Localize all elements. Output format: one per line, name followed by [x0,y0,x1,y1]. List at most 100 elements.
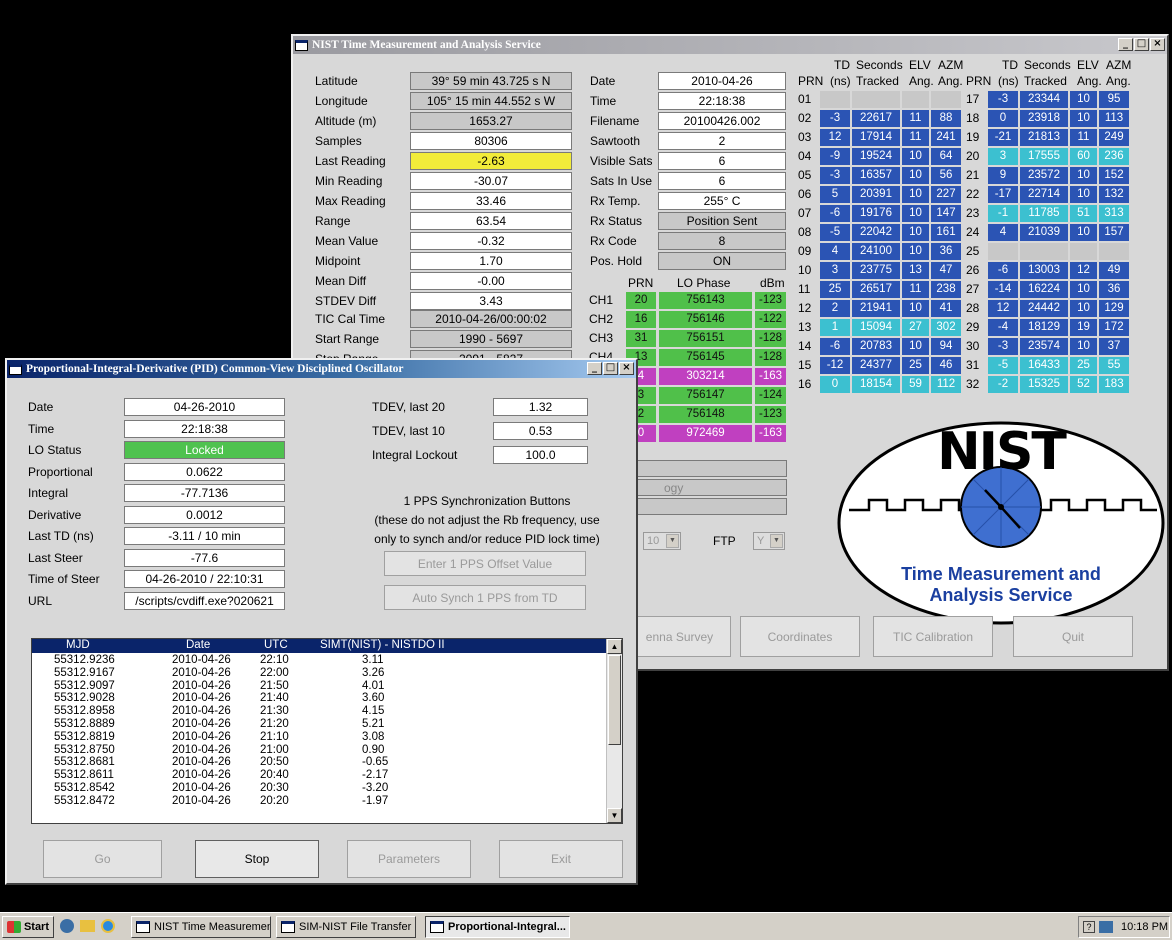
sat-azm: 37 [1099,338,1129,355]
receiver-label: Date [590,74,616,88]
sat-azm-sub: Ang. [1106,74,1131,88]
sat-td: 5 [820,186,850,203]
sat-elv: 10 [1070,167,1097,184]
sat-elv: 10 [902,205,929,222]
field-label: STDEV Diff [315,294,377,308]
window-icon [281,921,295,933]
minimize-button[interactable]: _ [587,362,602,375]
go-button[interactable]: Go [43,840,162,878]
auto-synch-pps-button[interactable]: Auto Synch 1 PPS from TD [384,585,586,610]
field-value: 1.70 [410,252,572,270]
table-row[interactable]: 55312.8889 2010-04-26 21:20 5.21 [32,718,606,731]
chevron-down-icon: ▼ [666,534,679,548]
chevron-down-icon: ▼ [770,534,783,548]
browser-icon[interactable] [101,919,115,933]
go-label: Go [94,852,111,866]
table-row[interactable]: 55312.9236 2010-04-26 22:10 3.11 [32,654,606,667]
cell-utc: 21:50 [260,679,289,692]
table-row[interactable]: 55312.8819 2010-04-26 21:10 3.08 [32,731,606,744]
sat-td: -14 [988,281,1018,298]
table-row[interactable]: 55312.9028 2010-04-26 21:40 3.60 [32,692,606,705]
sat-sec-sub: Tracked [1024,74,1067,88]
tic-label: TIC Cal Time [315,312,386,326]
maximize-button[interactable]: □ [603,362,618,375]
field-value: 105° 15 min 44.552 s W [410,92,572,110]
parameters-button[interactable]: Parameters [347,840,471,878]
interval-dropdown[interactable]: 10 ▼ [643,532,681,550]
tic-label: Start Range [315,332,380,346]
task-pid[interactable]: Proportional-Integral... [425,916,570,938]
sat-prn: 27 [966,282,980,296]
enter-pps-offset-button[interactable]: Enter 1 PPS Offset Value [384,551,586,576]
tdev-value[interactable]: 100.0 [493,446,588,464]
field-label: Mean Diff [315,274,367,288]
sat-elv: 27 [902,319,929,336]
history-list[interactable]: MJD Date UTC SIMT(NIST) - NISTDO II 5531… [31,638,623,824]
receiver-value: 22:18:38 [658,92,786,110]
sat-elv: 11 [1070,129,1097,146]
table-row[interactable]: 55312.8611 2010-04-26 20:40 -2.17 [32,769,606,782]
sat-seconds: 19176 [852,205,900,222]
table-row[interactable]: 55312.8472 2010-04-26 20:20 -1.97 [32,795,606,808]
cell-date: 2010-04-26 [172,679,231,692]
channel-lo-phase: 756146 [659,311,752,328]
sat-seconds: 19524 [852,148,900,165]
cell-mjd: 55312.9236 [54,654,115,666]
receiver-label: Rx Code [590,234,637,248]
tic-value: 2010-04-26/00:00:02 [410,310,572,328]
col-date: Date [186,639,211,651]
sat-td: 12 [988,300,1018,317]
channel-lo-phase: 756143 [659,292,752,309]
table-row[interactable]: 55312.9167 2010-04-26 22:00 3.26 [32,667,606,680]
sat-prn: 10 [798,263,812,277]
desktop-icon[interactable] [60,919,74,933]
coordinates-button[interactable]: Coordinates [740,616,860,657]
sat-azm: 172 [1099,319,1129,336]
folder-icon[interactable] [80,920,95,932]
close-button[interactable]: × [619,362,634,375]
close-button[interactable]: × [1150,38,1165,51]
sat-prn: 04 [798,149,812,163]
table-row[interactable]: 55312.8542 2010-04-26 20:30 -3.20 [32,782,606,795]
stop-button[interactable]: Stop [195,840,319,878]
scroll-thumb[interactable] [608,655,621,745]
network-icon[interactable] [1099,921,1113,933]
table-row[interactable]: 55312.8750 2010-04-26 21:00 0.90 [32,744,606,757]
tdev-value[interactable]: 1.32 [493,398,588,416]
sat-td: -9 [820,148,850,165]
task-file-transfer[interactable]: SIM-NIST File Transfer [276,916,416,938]
receiver-value: 2 [658,132,786,150]
window-icon [136,921,150,933]
start-button[interactable]: Start [2,916,54,938]
scroll-up-icon[interactable]: ▲ [607,639,622,654]
status-field-1 [625,460,787,477]
task-nist-label: NIST Time Measurement ... [154,921,271,933]
pid-field-value: -77.6 [124,548,285,567]
scroll-down-icon[interactable]: ▼ [607,808,622,823]
sat-td: -6 [820,205,850,222]
tic-calibration-button[interactable]: TIC Calibration [873,616,993,657]
sat-azm: 36 [1099,281,1129,298]
pid-titlebar[interactable]: Proportional-Integral-Derivative (PID) C… [7,360,636,378]
pid-field-label: URL [28,593,53,608]
sat-elv: 10 [1070,300,1097,317]
minimize-button[interactable]: _ [1118,38,1133,51]
clock: 10:18 PM [1121,921,1169,933]
coordinates-label: Coordinates [767,629,833,644]
table-row[interactable]: 55312.8958 2010-04-26 21:30 4.15 [32,705,606,718]
tdev-value[interactable]: 0.53 [493,422,588,440]
help-icon[interactable]: ? [1083,921,1095,933]
cell-simt: 4.15 [362,705,385,718]
nist-logo-word: NIST [937,422,1067,482]
sat-elv: 10 [1070,110,1097,127]
table-row[interactable]: 55312.8681 2010-04-26 20:50 -0.65 [32,756,606,769]
nist-titlebar[interactable]: NIST Time Measurement and Analysis Servi… [293,36,1167,54]
receiver-value: 2010-04-26 [658,72,786,90]
task-nist[interactable]: NIST Time Measurement ... [131,916,271,938]
ftp-dropdown[interactable]: Y ▼ [753,532,785,550]
history-scrollbar[interactable]: ▲ ▼ [606,639,622,823]
quit-button[interactable]: Quit [1013,616,1133,657]
maximize-button[interactable]: □ [1134,38,1149,51]
table-row[interactable]: 55312.9097 2010-04-26 21:50 4.01 [32,680,606,693]
exit-button[interactable]: Exit [499,840,623,878]
